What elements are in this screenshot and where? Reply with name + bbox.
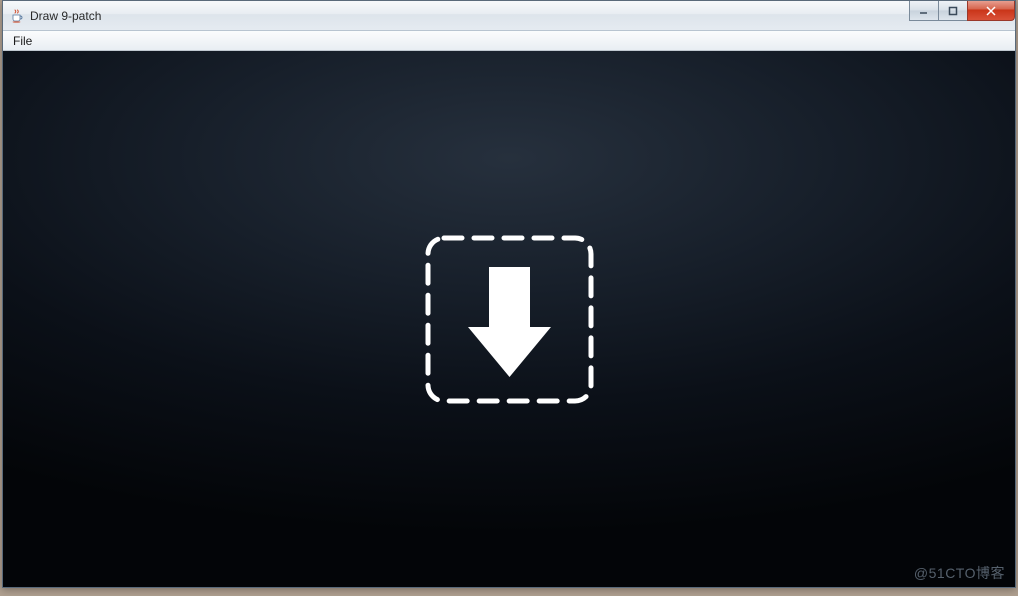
window-title: Draw 9-patch	[30, 9, 1011, 23]
drop-target[interactable]	[422, 232, 597, 407]
java-cup-icon	[9, 8, 25, 24]
window-controls	[910, 1, 1015, 21]
maximize-button[interactable]	[938, 1, 968, 21]
close-button[interactable]	[967, 1, 1015, 21]
canvas-drop-area[interactable]: @51CTO博客	[3, 51, 1015, 587]
minimize-button[interactable]	[909, 1, 939, 21]
watermark: @51CTO博客	[914, 563, 1005, 583]
drop-arrow-icon	[422, 232, 597, 407]
application-window: Draw 9-patch File @51CTO博	[2, 0, 1016, 588]
menubar: File	[3, 31, 1015, 51]
menu-file[interactable]: File	[7, 32, 38, 50]
titlebar[interactable]: Draw 9-patch	[3, 1, 1015, 31]
